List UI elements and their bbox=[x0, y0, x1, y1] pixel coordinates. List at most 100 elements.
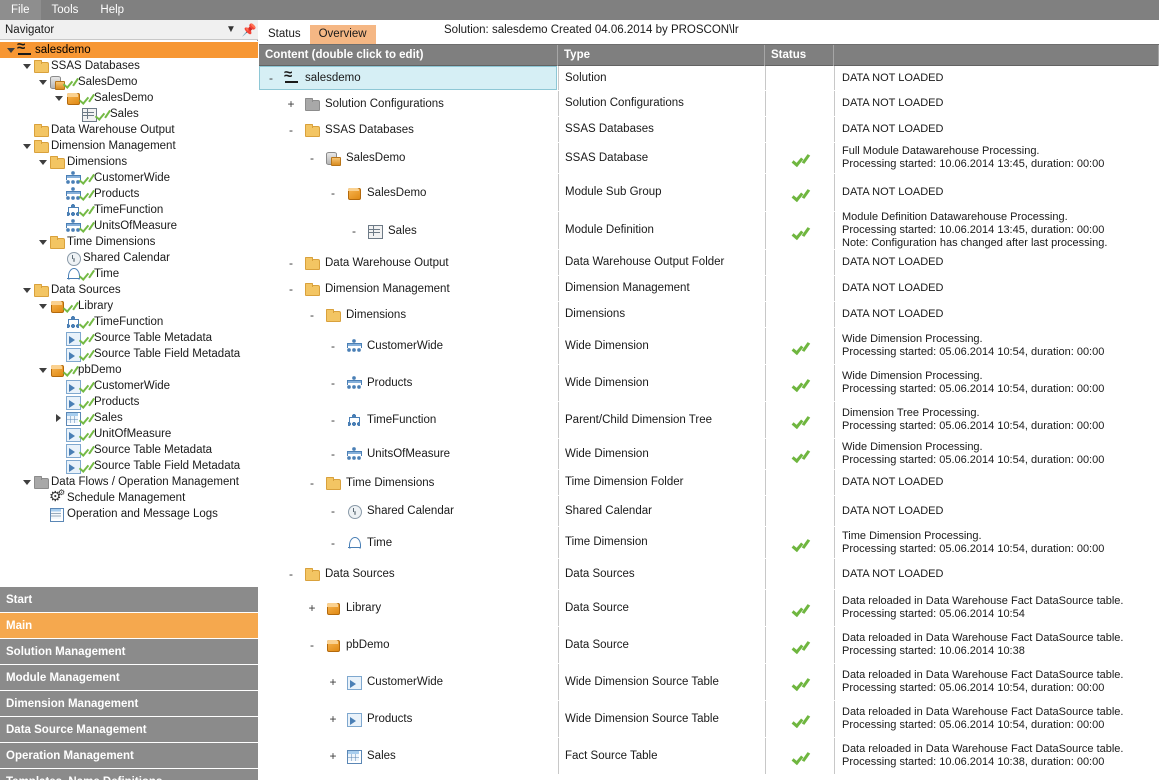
cell-content[interactable]: - Shared Calendar bbox=[259, 496, 557, 526]
tree-node[interactable]: pbDemo bbox=[0, 362, 258, 378]
nav-button-dimension-management[interactable]: Dimension Management bbox=[0, 691, 258, 717]
cell-content[interactable]: - pbDemo bbox=[259, 627, 557, 663]
collapse-minus-icon[interactable]: - bbox=[305, 638, 319, 652]
table-row[interactable]: + Products Wide Dimension Source Table Data… bbox=[259, 701, 1159, 738]
collapse-minus-icon[interactable]: - bbox=[284, 256, 298, 270]
cell-content[interactable]: - SalesDemo bbox=[259, 174, 557, 211]
cell-content[interactable]: - Dimension Management bbox=[259, 276, 557, 301]
tree-node[interactable]: Shared Calendar bbox=[0, 250, 258, 266]
expand-plus-icon[interactable]: + bbox=[305, 601, 319, 615]
tree-node[interactable]: Dimension Management bbox=[0, 138, 258, 154]
cell-content[interactable]: - SSAS Databases bbox=[259, 117, 557, 142]
tab-overview[interactable]: Overview bbox=[309, 25, 376, 44]
expand-plus-icon[interactable]: + bbox=[326, 712, 340, 726]
table-row[interactable]: - TimeFunction Parent/Child Dimension Tree… bbox=[259, 402, 1159, 439]
tree-node[interactable]: Sales bbox=[0, 106, 258, 122]
table-row[interactable]: + Solution Configurations Solution Configu… bbox=[259, 91, 1159, 117]
table-row[interactable]: - Products Wide Dimension Wide Dimension Pr… bbox=[259, 365, 1159, 402]
collapse-minus-icon[interactable]: - bbox=[305, 476, 319, 490]
content-grid[interactable]: - salesdemo Solution DATA NOT LOADED + Soluti… bbox=[259, 66, 1159, 780]
table-row[interactable]: - Time Dimensions Time Dimension Folder DAT… bbox=[259, 470, 1159, 496]
nav-button-data-source-management[interactable]: Data Source Management bbox=[0, 717, 258, 743]
cell-content[interactable]: - Products bbox=[259, 365, 557, 401]
collapse-minus-icon[interactable]: - bbox=[326, 186, 340, 200]
table-row[interactable]: - SSAS Databases SSAS Databases DATA NOT LO… bbox=[259, 117, 1159, 143]
expand-plus-icon[interactable]: + bbox=[284, 97, 298, 111]
tree-node[interactable]: Time Dimensions bbox=[0, 234, 258, 250]
tree-node[interactable]: Source Table Field Metadata bbox=[0, 346, 258, 362]
tree-node[interactable]: Data Sources bbox=[0, 282, 258, 298]
tree-node[interactable]: TimeFunction bbox=[0, 314, 258, 330]
menu-item-file[interactable]: File bbox=[0, 0, 41, 20]
nav-button-operation-management[interactable]: Operation Management bbox=[0, 743, 258, 769]
table-row[interactable]: - Data Warehouse Output Data Warehouse Out… bbox=[259, 250, 1159, 276]
table-row[interactable]: + Library Data Source Data reloaded in Data… bbox=[259, 590, 1159, 627]
tree-node[interactable]: SSAS Databases bbox=[0, 58, 258, 74]
menu-item-help[interactable]: Help bbox=[89, 0, 135, 20]
tree-node[interactable]: Data Warehouse Output bbox=[0, 122, 258, 138]
collapse-minus-icon[interactable]: - bbox=[305, 151, 319, 165]
tree-node[interactable]: Source Table Metadata bbox=[0, 330, 258, 346]
tree-node[interactable]: Library bbox=[0, 298, 258, 314]
tree-node[interactable]: Schedule Management bbox=[0, 485, 258, 506]
table-row[interactable]: + Sales Fact Source Table Data reloaded in … bbox=[259, 738, 1159, 775]
column-header-content[interactable]: Content (double click to edit) bbox=[259, 45, 558, 66]
cell-content[interactable]: - Data Sources bbox=[259, 559, 557, 589]
table-row[interactable]: - Sales Module Definition Module Definition… bbox=[259, 212, 1159, 250]
tree-node[interactable]: CustomerWide bbox=[0, 378, 258, 394]
chevron-down-icon[interactable] bbox=[36, 234, 49, 250]
chevron-down-icon[interactable] bbox=[36, 362, 49, 378]
table-row[interactable]: - SalesDemo Module Sub Group DATA NOT LOADE… bbox=[259, 174, 1159, 212]
table-row[interactable]: + CustomerWide Wide Dimension Source Table… bbox=[259, 664, 1159, 701]
tree-node[interactable]: SalesDemo bbox=[0, 90, 258, 106]
cell-content[interactable]: - CustomerWide bbox=[259, 328, 557, 364]
collapse-minus-icon[interactable]: - bbox=[284, 282, 298, 296]
table-row[interactable]: - Dimension Management Dimension Managemen… bbox=[259, 276, 1159, 302]
cell-content[interactable]: - TimeFunction bbox=[259, 402, 557, 438]
tree-node[interactable]: Products bbox=[0, 394, 258, 410]
tree-node[interactable]: TimeFunction bbox=[0, 202, 258, 218]
chevron-down-icon[interactable] bbox=[20, 58, 33, 74]
expand-plus-icon[interactable]: + bbox=[326, 675, 340, 689]
cell-content[interactable]: - Time Dimensions bbox=[259, 470, 557, 495]
table-row[interactable]: - SalesDemo SSAS Database Full Module Dataw… bbox=[259, 143, 1159, 174]
nav-button-start[interactable]: Start bbox=[0, 587, 258, 613]
tree-node[interactable]: salesdemo bbox=[0, 41, 258, 58]
column-header-type[interactable]: Type bbox=[558, 45, 765, 66]
table-row[interactable]: - Data Sources Data Sources DATA NOT LOADED bbox=[259, 559, 1159, 590]
tree-node[interactable]: Products bbox=[0, 186, 258, 202]
table-row[interactable]: - CustomerWide Wide Dimension Wide Dimensio… bbox=[259, 328, 1159, 365]
cell-content[interactable]: + Sales bbox=[259, 738, 557, 774]
cell-content[interactable]: - UnitsOfMeasure bbox=[259, 439, 557, 469]
chevron-right-icon[interactable] bbox=[52, 410, 65, 426]
chevron-down-icon[interactable] bbox=[52, 90, 65, 106]
table-row[interactable]: - salesdemo Solution DATA NOT LOADED bbox=[259, 66, 1159, 91]
cell-content[interactable]: + Solution Configurations bbox=[259, 91, 557, 116]
navigator-tree[interactable]: salesdemo SSAS Databases SalesDemo SalesDem… bbox=[0, 41, 258, 586]
nav-button-solution-management[interactable]: Solution Management bbox=[0, 639, 258, 665]
tree-node[interactable]: Source Table Metadata bbox=[0, 442, 258, 458]
chevron-down-icon[interactable] bbox=[20, 282, 33, 298]
nav-button-templates-name-definitions[interactable]: Templates, Name Definitions bbox=[0, 769, 258, 780]
cell-content[interactable]: - SalesDemo bbox=[259, 143, 557, 173]
tree-node[interactable]: Time bbox=[0, 266, 258, 282]
expand-plus-icon[interactable]: + bbox=[326, 749, 340, 763]
collapse-minus-icon[interactable]: - bbox=[305, 308, 319, 322]
collapse-minus-icon[interactable]: - bbox=[326, 504, 340, 518]
table-row[interactable]: - UnitsOfMeasure Wide Dimension Wide Dimens… bbox=[259, 439, 1159, 470]
tree-node[interactable]: UnitsOfMeasure bbox=[0, 218, 258, 234]
tree-node[interactable]: Source Table Field Metadata bbox=[0, 458, 258, 474]
cell-content[interactable]: - Sales bbox=[259, 212, 557, 249]
collapse-minus-icon[interactable]: - bbox=[326, 339, 340, 353]
tree-node[interactable]: SalesDemo bbox=[0, 74, 258, 90]
tree-node[interactable]: CustomerWide bbox=[0, 170, 258, 186]
nav-button-module-management[interactable]: Module Management bbox=[0, 665, 258, 691]
collapse-minus-icon[interactable]: - bbox=[326, 447, 340, 461]
chevron-down-icon[interactable] bbox=[36, 74, 49, 90]
tree-node[interactable]: Sales bbox=[0, 410, 258, 426]
tree-node[interactable]: UnitOfMeasure bbox=[0, 426, 258, 442]
cell-content[interactable]: + Library bbox=[259, 590, 557, 626]
collapse-minus-icon[interactable]: - bbox=[326, 376, 340, 390]
column-header-status[interactable]: Status bbox=[765, 45, 834, 66]
cell-content[interactable]: + Products bbox=[259, 701, 557, 737]
